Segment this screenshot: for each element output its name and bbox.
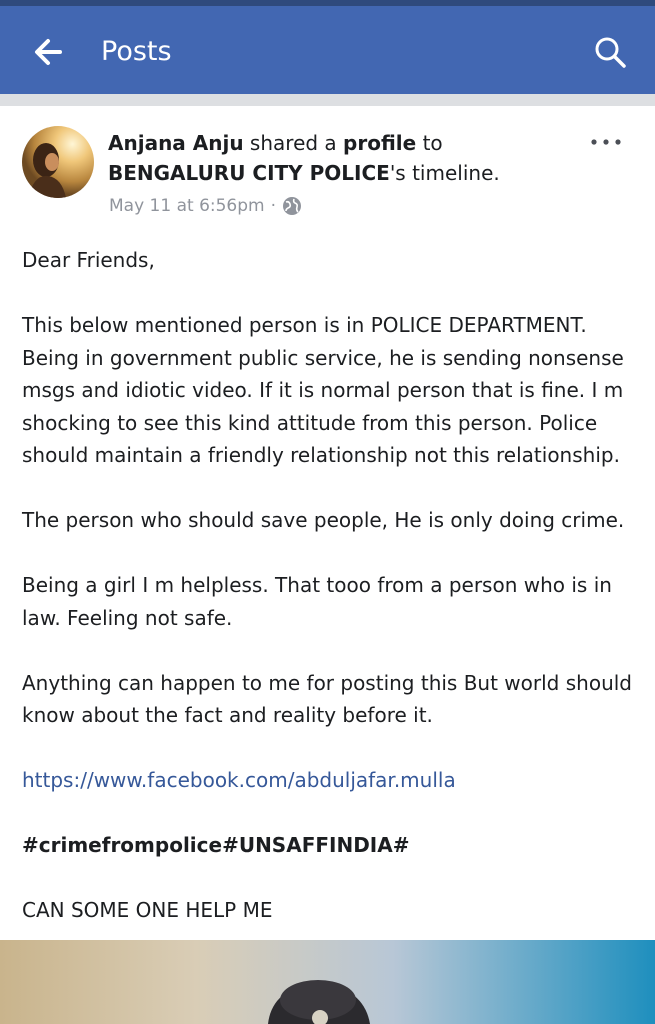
- profile-link[interactable]: https://www.facebook.com/abduljafar.mull…: [22, 764, 632, 797]
- author-name[interactable]: Anjana Anju: [108, 131, 244, 155]
- more-dots-icon: [591, 139, 621, 145]
- target-page-link[interactable]: BENGALURU CITY POLICE: [108, 161, 390, 185]
- action-text: shared a: [243, 131, 344, 155]
- post-paragraph: Being a girl I m helpless. That tooo fro…: [22, 573, 612, 630]
- more-options-button[interactable]: [586, 130, 626, 154]
- shared-object-link[interactable]: profile: [343, 131, 416, 155]
- post-header: Anjana Anju shared a profile to BENGALUR…: [108, 128, 568, 188]
- post-paragraph: Anything can happen to me for posting th…: [22, 670, 632, 728]
- shared-profile-preview[interactable]: [0, 940, 655, 1024]
- back-button[interactable]: [26, 30, 70, 74]
- hashtags[interactable]: #crimefrompolice#UNSAFFINDIA#: [22, 829, 632, 862]
- post-closing: CAN SOME ONE HELP ME: [22, 898, 273, 922]
- timestamp[interactable]: May 11 at 6:56pm: [109, 194, 265, 218]
- meta-separator: ·: [270, 196, 277, 216]
- post-paragraph: This below mentioned person is in POLICE…: [22, 313, 624, 467]
- action-text: 's timeline.: [389, 161, 500, 185]
- post-paragraph: Dear Friends,: [22, 248, 155, 272]
- action-text: to: [416, 131, 443, 155]
- app-bar: Posts: [0, 6, 655, 94]
- avatar[interactable]: [22, 126, 94, 198]
- search-icon: [595, 37, 626, 68]
- post-paragraph: The person who should save people, He is…: [22, 508, 625, 532]
- feed-divider: [0, 94, 655, 106]
- arrow-left-icon: [35, 39, 62, 65]
- post-meta: May 11 at 6:56pm ·: [109, 194, 302, 218]
- page-title: Posts: [101, 36, 172, 67]
- post-body: Dear Friends, This below mentioned perso…: [22, 244, 632, 927]
- globe-icon: [283, 197, 302, 215]
- post-card: Anjana Anju shared a profile to BENGALUR…: [0, 106, 655, 940]
- search-button[interactable]: [588, 30, 632, 74]
